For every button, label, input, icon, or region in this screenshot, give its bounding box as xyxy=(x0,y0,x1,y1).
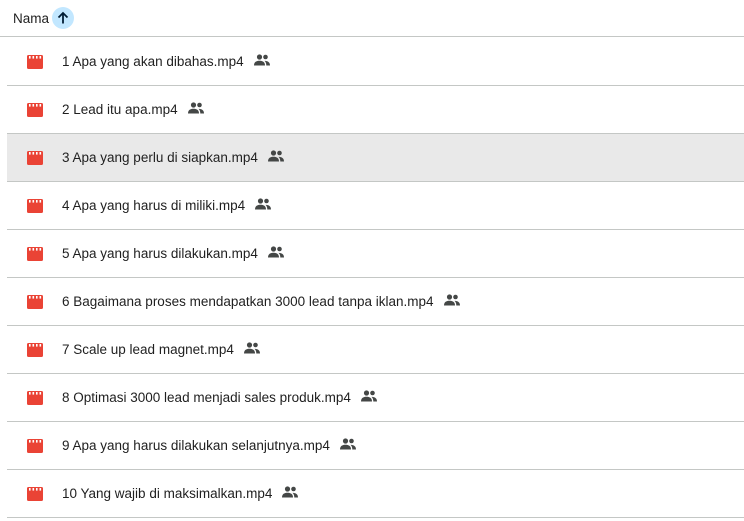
file-name-text: 9 Apa yang harus dilakukan selanjutnya.m… xyxy=(62,438,330,453)
video-file-icon xyxy=(27,246,43,261)
video-file-icon xyxy=(27,486,43,501)
shared-people-icon xyxy=(360,390,377,402)
video-file-icon xyxy=(27,102,43,117)
file-name-text: 5 Apa yang harus dilakukan.mp4 xyxy=(62,246,258,261)
file-name[interactable]: 7 Scale up lead magnet.mp4 xyxy=(62,342,260,357)
file-list: 1 Apa yang akan dibahas.mp4 2 Lead itu ap… xyxy=(7,38,744,518)
file-row[interactable]: 4 Apa yang harus di miliki.mp4 xyxy=(7,182,744,230)
video-file-icon xyxy=(27,150,43,165)
video-file-icon xyxy=(27,198,43,213)
arrow-up-icon xyxy=(57,11,69,24)
file-name-text: 1 Apa yang akan dibahas.mp4 xyxy=(62,54,244,69)
file-row[interactable]: 8 Optimasi 3000 lead menjadi sales produ… xyxy=(7,374,744,422)
video-file-icon xyxy=(27,390,43,405)
file-name[interactable]: 9 Apa yang harus dilakukan selanjutnya.m… xyxy=(62,438,356,453)
shared-people-icon xyxy=(243,342,260,354)
file-row[interactable]: 3 Apa yang perlu di siapkan.mp4 xyxy=(7,134,744,182)
file-name-text: 8 Optimasi 3000 lead menjadi sales produ… xyxy=(62,390,351,405)
shared-people-icon xyxy=(339,438,356,450)
file-name[interactable]: 5 Apa yang harus dilakukan.mp4 xyxy=(62,246,284,261)
file-name[interactable]: 3 Apa yang perlu di siapkan.mp4 xyxy=(62,150,284,165)
file-name[interactable]: 1 Apa yang akan dibahas.mp4 xyxy=(62,54,270,69)
file-name[interactable]: 2 Lead itu apa.mp4 xyxy=(62,102,204,117)
file-name-text: 4 Apa yang harus di miliki.mp4 xyxy=(62,198,246,213)
sort-ascending-button[interactable] xyxy=(52,7,75,29)
file-row[interactable]: 5 Apa yang harus dilakukan.mp4 xyxy=(7,230,744,278)
file-name[interactable]: 8 Optimasi 3000 lead menjadi sales produ… xyxy=(62,390,377,405)
file-name-text: 7 Scale up lead magnet.mp4 xyxy=(62,342,234,357)
video-file-icon xyxy=(27,438,43,453)
video-file-icon xyxy=(27,342,43,357)
file-name-text: 2 Lead itu apa.mp4 xyxy=(62,102,178,117)
shared-people-icon xyxy=(187,102,204,114)
file-name[interactable]: 6 Bagaimana proses mendapatkan 3000 lead… xyxy=(62,294,460,309)
file-row[interactable]: 9 Apa yang harus dilakukan selanjutnya.m… xyxy=(7,422,744,470)
shared-people-icon xyxy=(443,294,460,306)
shared-people-icon xyxy=(267,150,284,162)
file-name-text: 6 Bagaimana proses mendapatkan 3000 lead… xyxy=(62,294,434,309)
name-column-label[interactable]: Nama xyxy=(13,11,49,26)
shared-people-icon xyxy=(255,198,272,210)
file-row[interactable]: 1 Apa yang akan dibahas.mp4 xyxy=(7,38,744,86)
file-name[interactable]: 10 Yang wajib di maksimalkan.mp4 xyxy=(62,486,299,501)
shared-people-icon xyxy=(282,486,299,498)
video-file-icon xyxy=(27,294,43,309)
shared-people-icon xyxy=(267,246,284,258)
file-name-text: 10 Yang wajib di maksimalkan.mp4 xyxy=(62,486,273,501)
column-header: Nama xyxy=(0,0,744,37)
file-name[interactable]: 4 Apa yang harus di miliki.mp4 xyxy=(62,198,272,213)
file-row[interactable]: 7 Scale up lead magnet.mp4 xyxy=(7,326,744,374)
file-row[interactable]: 2 Lead itu apa.mp4 xyxy=(7,86,744,134)
file-name-text: 3 Apa yang perlu di siapkan.mp4 xyxy=(62,150,258,165)
video-file-icon xyxy=(27,54,43,69)
shared-people-icon xyxy=(253,54,270,66)
file-row[interactable]: 6 Bagaimana proses mendapatkan 3000 lead… xyxy=(7,278,744,326)
file-row[interactable]: 10 Yang wajib di maksimalkan.mp4 xyxy=(7,470,744,518)
